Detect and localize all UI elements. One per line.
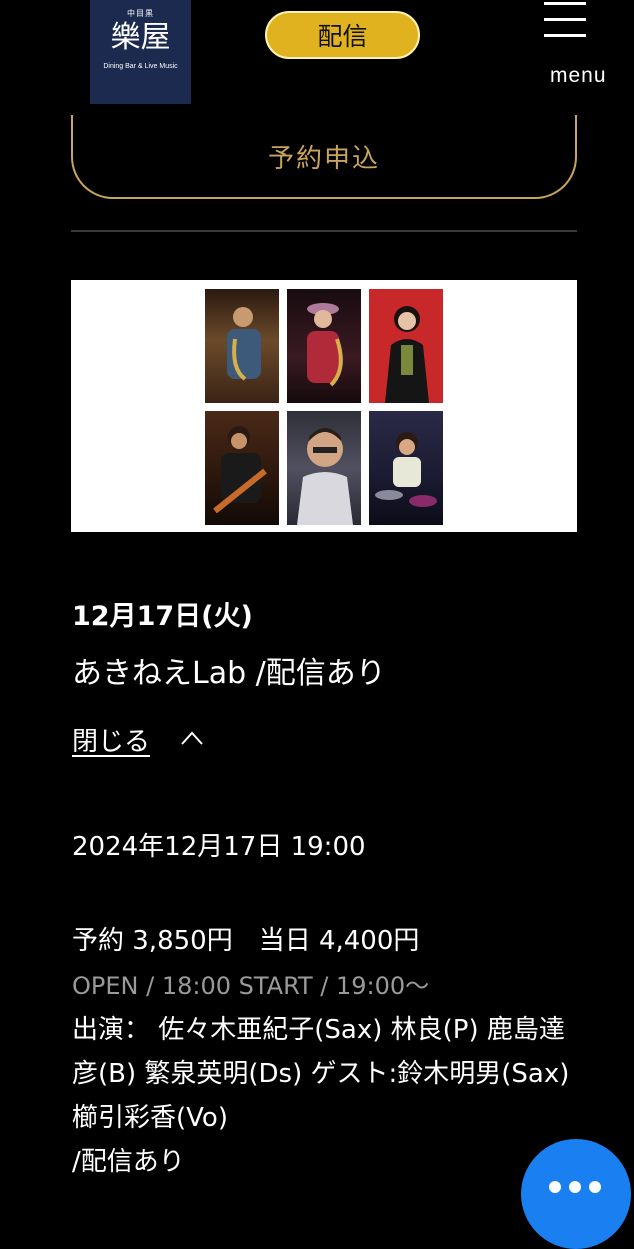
section-divider bbox=[71, 230, 577, 232]
logo-subtitle: Dining Bar & Live Music bbox=[103, 63, 178, 70]
logo-area-text: 中目黒 bbox=[127, 9, 154, 18]
reserve-button[interactable]: 予約申込 bbox=[71, 115, 577, 199]
event-performers: 出演： 佐々木亜紀子(Sax) 林良(P) 鹿島達彦(B) 繁泉英明(Ds) ゲ… bbox=[72, 1008, 572, 1184]
performer-photo-collage bbox=[71, 280, 577, 532]
logo-brand-text: 樂屋 bbox=[110, 20, 171, 55]
streaming-note: /配信あり bbox=[72, 1147, 185, 1177]
event-datetime: 2024年12月17日 19:00 bbox=[72, 832, 366, 862]
event-title: あきねえLab /配信あり bbox=[72, 656, 386, 691]
site-logo[interactable]: 中目黒 樂屋 Dining Bar & Live Music bbox=[90, 0, 191, 104]
performer-photo-bass bbox=[205, 411, 279, 525]
stream-button[interactable]: 配信 bbox=[265, 11, 420, 59]
chevron-up-icon[interactable] bbox=[180, 730, 204, 746]
performer-photo-piano bbox=[287, 411, 361, 525]
close-details-link[interactable]: 閉じる bbox=[72, 721, 150, 758]
event-open-start: OPEN / 18:00 START / 19:00〜 bbox=[72, 972, 430, 1000]
performer-photo-drums bbox=[369, 411, 443, 525]
menu-label: menu bbox=[550, 64, 607, 87]
performers-text: 出演： 佐々木亜紀子(Sax) 林良(P) 鹿島達彦(B) 繁泉英明(Ds) ゲ… bbox=[72, 1015, 570, 1133]
event-date: 12月17日(火) bbox=[72, 601, 253, 632]
performer-photo-sax-2 bbox=[287, 289, 361, 403]
performer-photo-vocal bbox=[369, 289, 443, 403]
hamburger-menu-icon bbox=[544, 0, 586, 40]
more-dots-icon bbox=[549, 1181, 601, 1193]
performer-photo-sax-1 bbox=[205, 289, 279, 403]
menu-button[interactable]: menu bbox=[540, 0, 620, 95]
event-price: 予約 3,850円 当日 4,400円 bbox=[72, 926, 420, 956]
chat-button[interactable] bbox=[521, 1139, 631, 1249]
